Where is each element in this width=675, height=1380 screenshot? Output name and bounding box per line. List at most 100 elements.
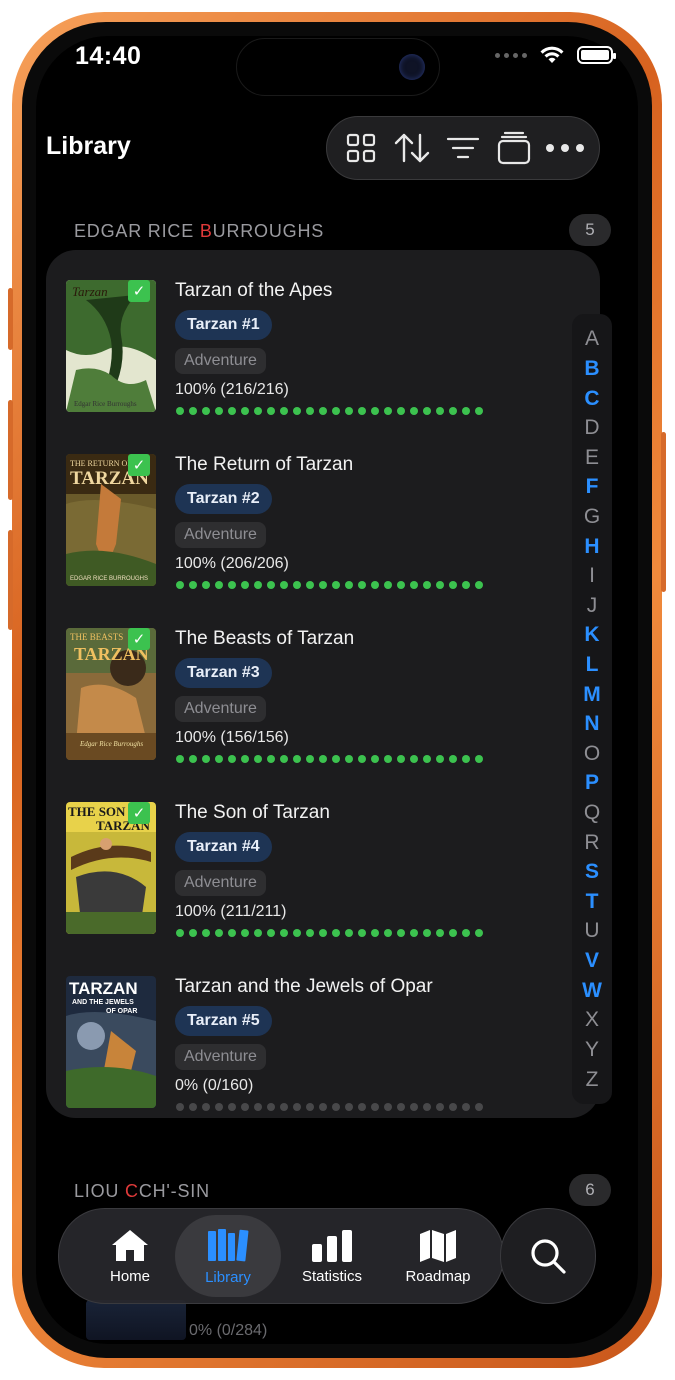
genre-tag[interactable]: Adventure [175,696,266,722]
genre-tag[interactable]: Adventure [175,870,266,896]
more-icon[interactable] [543,126,587,170]
progress-dot [254,929,262,937]
index-letter[interactable]: T [586,891,599,912]
index-letter[interactable]: E [585,447,599,468]
index-letter[interactable]: Y [585,1039,599,1060]
progress-dot [371,1103,379,1111]
series-badge[interactable]: Tarzan #3 [175,658,272,688]
progress-dot [423,929,431,937]
series-badge[interactable]: Tarzan #4 [175,832,272,862]
book-title: Tarzan of the Apes [175,280,333,301]
tab-library[interactable]: Library [175,1215,281,1297]
index-letter[interactable]: C [584,388,599,409]
progress-dot [267,755,275,763]
progress-dot [176,755,184,763]
section-name-rest: URROUGHS [212,221,325,241]
progress-dots [176,929,483,937]
index-letter[interactable]: O [584,743,600,764]
index-letter[interactable]: Q [584,802,600,823]
index-letter[interactable]: S [585,861,599,882]
progress-dot [267,929,275,937]
progress-dot [345,407,353,415]
progress-dot [358,929,366,937]
tab-home[interactable]: Home [77,1215,183,1297]
index-letter[interactable]: F [586,476,599,497]
index-letter[interactable]: H [584,536,599,557]
filter-icon[interactable] [441,126,485,170]
progress-dot [332,581,340,589]
book-row[interactable]: Tarzan Edgar Rice Burroughs ✓ Tarzan of … [66,280,586,454]
index-letter[interactable]: K [584,624,599,645]
progress-dot [241,929,249,937]
tab-statistics[interactable]: Statistics [279,1215,385,1297]
tab-roadmap[interactable]: Roadmap [385,1215,491,1297]
house-icon [112,1229,148,1261]
progress-dot [345,581,353,589]
progress-dot [319,929,327,937]
book-row[interactable]: THE BEASTS TARZAN Edgar Rice Burroughs ✓… [66,628,586,802]
progress-dot [306,407,314,415]
progress-dot [254,1103,262,1111]
progress-dot [371,755,379,763]
index-letter[interactable]: A [585,328,599,349]
index-letter[interactable]: G [584,506,600,527]
index-letter[interactable]: X [585,1009,599,1030]
book-row[interactable]: TARZAN AND THE JEWELS OF OPAR Tarzan and… [66,976,586,1150]
book-row[interactable]: THE RETURN OF TARZAN EDGAR RICE BURROUGH… [66,454,586,628]
book-cover [86,1300,186,1340]
series-badge[interactable]: Tarzan #5 [175,1006,272,1036]
sort-icon[interactable] [390,126,434,170]
index-letter[interactable]: V [585,950,599,971]
index-letter[interactable]: N [584,713,599,734]
index-letter[interactable]: M [583,684,601,705]
index-letter[interactable]: J [587,595,598,616]
progress-dot [332,1103,340,1111]
progress-dot [449,407,457,415]
svg-text:TARZAN: TARZAN [69,979,138,998]
progress-dot [345,1103,353,1111]
progress-dot [462,581,470,589]
progress-dot [397,1103,405,1111]
progress-dot [280,755,288,763]
progress-dot [228,755,236,763]
progress-dot [436,755,444,763]
progress-dot [358,755,366,763]
progress-dot [176,929,184,937]
progress-dot [254,407,262,415]
genre-tag[interactable]: Adventure [175,522,266,548]
progress-dot [215,1103,223,1111]
index-letter[interactable]: Z [586,1069,599,1090]
progress-dot [280,1103,288,1111]
alphabet-index[interactable]: ABCDEFGHIJKLMNOPQRSTUVWXYZ [572,314,612,1104]
finished-check-icon: ✓ [128,628,150,650]
tab-label: Home [109,1267,150,1285]
progress-dot [436,407,444,415]
progress-dots [176,407,483,415]
series-badge[interactable]: Tarzan #2 [175,484,272,514]
index-letter[interactable]: U [584,920,599,941]
progress-text: 100% (216/216) [175,381,289,398]
index-letter[interactable]: W [582,980,602,1001]
search-button[interactable] [500,1208,596,1304]
index-letter[interactable]: P [585,772,599,793]
genre-tag[interactable]: Adventure [175,348,266,374]
index-letter[interactable]: D [584,417,599,438]
progress-dot [332,929,340,937]
progress-dot [319,581,327,589]
front-camera [399,54,425,80]
tab-label: Roadmap [405,1267,471,1285]
stack-icon[interactable] [492,126,536,170]
progress-dot [215,581,223,589]
section-header-author: EDGAR RICE BURROUGHS [74,221,324,242]
progress-dot [371,929,379,937]
index-letter[interactable]: L [586,654,599,675]
progress-dot [332,755,340,763]
section-name-rest: CH'-SIN [138,1181,210,1201]
series-badge[interactable]: Tarzan #1 [175,310,272,340]
index-letter[interactable]: B [584,358,599,379]
index-letter[interactable]: I [589,565,595,586]
genre-tag[interactable]: Adventure [175,1044,266,1070]
grid-icon[interactable] [339,126,383,170]
index-letter[interactable]: R [584,832,599,853]
book-row[interactable]: THE SON TARZAN ✓ The Son of Tarzan Tarza… [66,802,586,976]
